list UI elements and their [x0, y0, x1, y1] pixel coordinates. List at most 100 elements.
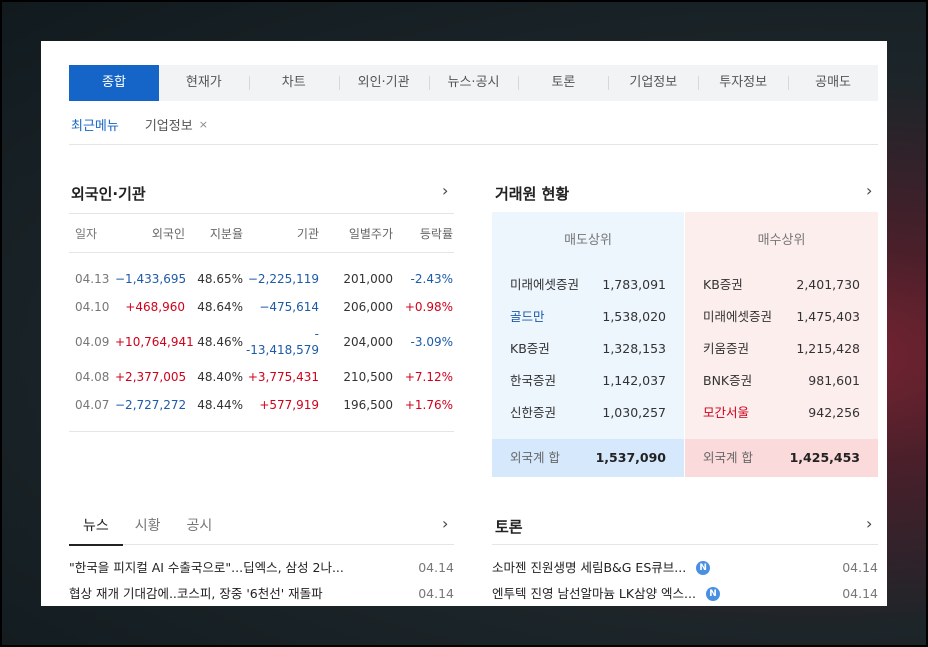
- broker-volume: 1,475,403: [796, 309, 860, 324]
- broker-row: BNK증권 981,601: [685, 365, 878, 397]
- row-price: 196,500: [343, 398, 393, 412]
- row-date: 04.10: [75, 300, 110, 314]
- news-date: 04.14: [418, 586, 454, 601]
- tab-foreign-institution[interactable]: 외인·기관: [338, 65, 429, 101]
- tab-discussion[interactable]: 토론: [518, 65, 608, 101]
- discussion-section-title: 토론: [495, 518, 523, 536]
- row-ratio: 48.46%: [197, 335, 243, 349]
- row-institution: −2,225,119: [247, 272, 319, 286]
- broker-volume: 2,401,730: [796, 277, 860, 292]
- row-foreign: −1,433,695: [115, 272, 187, 286]
- discussion-title-wrap[interactable]: 소마젠 진원생명 세림B&G ES큐브... N: [492, 555, 792, 581]
- broker-row: 한국증권 1,142,037: [492, 365, 684, 397]
- tab-disclosure[interactable]: 공시: [187, 507, 213, 545]
- recent-menu-item[interactable]: 기업정보: [145, 115, 193, 134]
- discussion-header: 토론: [492, 507, 878, 545]
- buy-total-value: 1,425,453: [789, 450, 860, 465]
- table-header: 일자 외국인 지분율 기관 일별주가 등락률: [69, 213, 454, 253]
- broker-row: KB증권 2,401,730: [685, 269, 878, 301]
- tab-market[interactable]: 시황: [135, 507, 161, 545]
- row-price: 206,000: [343, 300, 393, 314]
- table-row: 04.10 +468,960 48.64% −475,614 206,000 +0.98%: [69, 293, 454, 321]
- broker-volume: 942,256: [808, 405, 860, 420]
- broker-volume: 981,601: [808, 373, 860, 388]
- list-item[interactable]: "한국을 피지컬 AI 수출국으로"...딥엑스, 삼성 2나... 04.14: [69, 555, 454, 581]
- chevron-right-icon[interactable]: ›: [442, 181, 448, 200]
- sell-foreign-total: 외국계 합 1,537,090: [492, 439, 684, 477]
- broker-volume: 1,783,091: [602, 277, 666, 292]
- row-institution: −475,614: [259, 300, 319, 314]
- discussion-list: 소마젠 진원생명 세림B&G ES큐브... N 04.14 엔투텍 진영 남선…: [492, 555, 878, 606]
- row-institution: - -13,418,579: [243, 326, 319, 358]
- table-row: 04.08 +2,377,005 48.40% +3,775,431 210,500 +7…: [69, 363, 454, 391]
- broker-name: KB증권: [510, 341, 550, 356]
- chevron-right-icon[interactable]: ›: [866, 514, 872, 533]
- broker-name: 신한증권: [510, 405, 557, 420]
- news-title[interactable]: "한국을 피지컬 AI 수출국으로"...딥엑스, 삼성 2나...: [69, 555, 399, 581]
- table-row: 04.07 −2,727,272 48.44% +577,919 196,500 +1.7…: [69, 391, 454, 419]
- row-change: +0.98%: [404, 300, 453, 314]
- broker-table: 매도상위 미래에셋증권 1,783,091 골드만 1,538,020 KB증권 1,32…: [492, 212, 878, 477]
- stock-overview-panel: 종합 현재가 차트 외인·기관 뉴스·공시 토론 기업정보 투자정보 공매도 최…: [41, 41, 887, 606]
- col-change-rate: 등락률: [419, 226, 453, 241]
- sell-total-label: 외국계 합: [510, 450, 560, 465]
- discussion-title[interactable]: 소마젠 진원생명 세림B&G ES큐브...: [492, 555, 686, 581]
- broker-name: KB증권: [703, 277, 743, 292]
- tab-summary[interactable]: 종합: [69, 65, 159, 101]
- discussion-title-wrap[interactable]: 엔투텍 진영 남선알마늄 LK삼양 엑스... N: [492, 581, 792, 606]
- broker-row: 골드만 1,538,020: [492, 301, 684, 333]
- broker-row: 신한증권 1,030,257: [492, 397, 684, 429]
- broker-row: 미래에셋증권 1,783,091: [492, 269, 684, 301]
- row-change: +1.76%: [404, 398, 453, 412]
- row-institution-value: -13,418,579: [245, 343, 319, 357]
- col-date: 일자: [75, 226, 98, 241]
- col-institution: 기관: [296, 226, 319, 241]
- news-tab-bar: 뉴스 시황 공시: [69, 507, 454, 546]
- close-icon[interactable]: ×: [199, 118, 208, 131]
- col-foreign: 외국인: [151, 226, 185, 241]
- sell-top-header: 매도상위: [564, 233, 612, 248]
- list-item[interactable]: 소마젠 진원생명 세림B&G ES큐브... N 04.14: [492, 555, 878, 581]
- sell-top-column: 매도상위 미래에셋증권 1,783,091 골드만 1,538,020 KB증권 1,32…: [492, 212, 684, 439]
- row-foreign: +10,764,941: [115, 335, 194, 349]
- row-foreign: +468,960: [125, 300, 185, 314]
- row-foreign: −2,727,272: [115, 398, 187, 412]
- row-change: +7.12%: [404, 370, 453, 384]
- broker-name: 키움증권: [703, 341, 750, 356]
- chevron-right-icon[interactable]: ›: [866, 181, 872, 200]
- broker-row: 키움증권 1,215,428: [685, 333, 878, 365]
- row-date: 04.07: [75, 398, 110, 412]
- row-price: 201,000: [343, 272, 393, 286]
- broker-row: KB증권 1,328,153: [492, 333, 684, 365]
- broker-volume: 1,030,257: [602, 405, 666, 420]
- tab-investment-info[interactable]: 투자정보: [698, 65, 788, 101]
- tab-news[interactable]: 뉴스: [69, 507, 123, 546]
- discussion-date: 04.14: [842, 586, 878, 601]
- row-foreign: +2,377,005: [115, 370, 187, 384]
- broker-row: 미래에셋증권 1,475,403: [685, 301, 878, 333]
- discussion-date: 04.14: [842, 560, 878, 575]
- row-change: -3.09%: [410, 335, 453, 349]
- broker-section-title: 거래원 현황: [495, 185, 570, 203]
- tab-current-price[interactable]: 현재가: [159, 65, 249, 101]
- buy-foreign-total: 외국계 합 1,425,453: [685, 439, 878, 477]
- news-title[interactable]: 협상 재개 기대감에..코스피, 장중 '6천선' 재돌파: [69, 581, 399, 606]
- tab-chart[interactable]: 차트: [248, 65, 339, 101]
- chevron-right-icon[interactable]: ›: [442, 514, 448, 533]
- tab-short-selling[interactable]: 공매도: [788, 65, 878, 101]
- row-price: 204,000: [343, 335, 393, 349]
- row-ratio: 48.65%: [197, 272, 243, 286]
- row-date: 04.13: [75, 272, 110, 286]
- tab-company-info[interactable]: 기업정보: [608, 65, 698, 101]
- tab-news-disclosure[interactable]: 뉴스·공시: [428, 65, 519, 101]
- row-date: 04.08: [75, 370, 110, 384]
- new-badge-icon: N: [696, 561, 711, 575]
- broker-name: 모간서울: [703, 405, 750, 420]
- row-institution-sign: -: [314, 327, 319, 341]
- discussion-title[interactable]: 엔투텍 진영 남선알마늄 LK삼양 엑스...: [492, 581, 696, 606]
- list-item[interactable]: 협상 재개 기대감에..코스피, 장중 '6천선' 재돌파 04.14: [69, 581, 454, 606]
- list-item[interactable]: 엔투텍 진영 남선알마늄 LK삼양 엑스... N 04.14: [492, 581, 878, 606]
- col-daily-price: 일별주가: [348, 226, 393, 241]
- sell-total-value: 1,537,090: [595, 450, 666, 465]
- table-body: 04.13 −1,433,695 48.65% −2,225,119 201,000 - 2…: [69, 253, 454, 432]
